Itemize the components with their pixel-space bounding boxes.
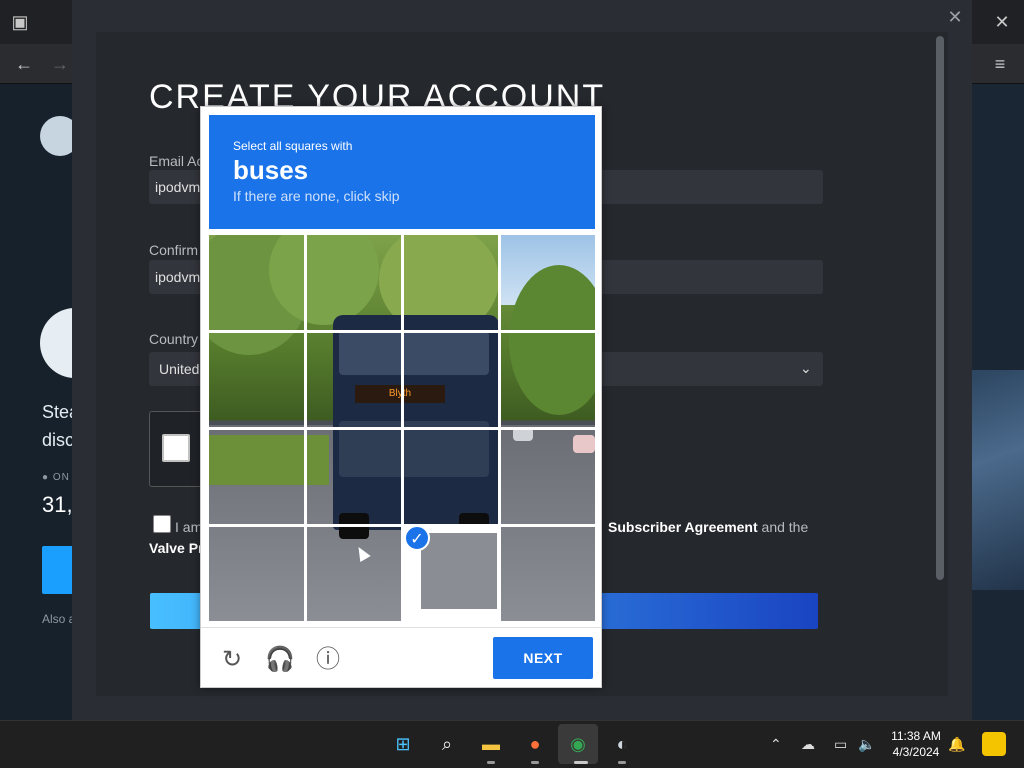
email-label: Email Ac xyxy=(149,153,204,169)
browser-close-icon[interactable]: ✕ xyxy=(990,12,1014,32)
online-label: ● ON xyxy=(42,472,70,483)
challenge-subtext: If there are none, click skip xyxy=(233,188,400,204)
copilot-icon[interactable] xyxy=(982,732,1006,756)
modal-scrollbar[interactable] xyxy=(936,36,944,580)
clock-time: 11:38 AM xyxy=(891,729,941,743)
tree xyxy=(509,265,595,415)
next-button[interactable]: NEXT xyxy=(493,637,593,679)
taskbar-clock[interactable]: 11:38 AM 4/3/2024 xyxy=(888,728,944,760)
online-count: 31, xyxy=(42,492,73,517)
grid-divider xyxy=(209,330,595,333)
car xyxy=(573,435,595,453)
running-indicator xyxy=(531,761,539,764)
file-explorer-icon[interactable]: ▬ xyxy=(477,730,505,758)
menu-icon[interactable]: ≡ xyxy=(988,54,1012,74)
agree-suffix: and the xyxy=(757,519,809,535)
recaptcha-challenge: Select all squares with buses If there a… xyxy=(200,106,602,688)
recaptcha-checkbox[interactable] xyxy=(162,434,190,462)
steam-taskbar-icon[interactable]: ◐ xyxy=(608,730,636,758)
agree-checkbox[interactable] xyxy=(153,515,171,533)
bell-icon[interactable]: 🔔 xyxy=(948,736,965,753)
subscriber-agreement-link[interactable]: Subscriber Agreement xyxy=(608,519,758,535)
online-label-text: ON xyxy=(52,472,70,483)
bus-upper-window xyxy=(339,331,489,375)
clock-date: 4/3/2024 xyxy=(892,745,940,759)
challenge-header: Select all squares with buses If there a… xyxy=(209,115,595,229)
grid-divider xyxy=(209,524,595,527)
check-icon: ✓ xyxy=(404,525,430,551)
agree-text: I am xyxy=(175,519,203,535)
running-indicator xyxy=(487,761,495,764)
refresh-icon[interactable]: ↻ xyxy=(217,645,247,675)
network-icon[interactable]: ▭ xyxy=(834,736,847,753)
onedrive-icon[interactable]: ☁ xyxy=(801,736,815,753)
agree-text-right: Subscriber Agreement and the xyxy=(608,519,808,535)
challenge-prompt: Select all squares with xyxy=(233,139,353,153)
chevron-down-icon: ⌄ xyxy=(800,360,812,376)
archive-icon[interactable]: ▣ xyxy=(8,12,32,32)
chevron-up-icon[interactable]: ⌃ xyxy=(770,736,782,753)
headphones-icon[interactable]: 🎧 xyxy=(265,645,295,675)
search-icon[interactable]: ⌕ xyxy=(433,730,461,758)
modal-close-icon[interactable]: ✕ xyxy=(944,6,966,28)
confirm-email-label: Confirm xyxy=(149,242,199,258)
volume-muted-icon[interactable]: 🔈 xyxy=(858,736,875,753)
grass xyxy=(209,435,329,485)
forward-arrow-icon[interactable]: → xyxy=(48,54,72,74)
challenge-target: buses xyxy=(233,155,309,185)
grid-divider xyxy=(209,427,595,430)
bus-destination-sign: Blyth xyxy=(355,385,445,403)
windows-start-icon[interactable]: ⊞ xyxy=(389,730,417,758)
selected-tile-image xyxy=(421,533,497,609)
valve-privacy-link[interactable]: Valve Pr xyxy=(149,540,204,556)
country-label: Country xyxy=(149,331,199,347)
steam-tagline-2: disc xyxy=(42,430,75,450)
back-arrow-icon[interactable]: ← xyxy=(12,54,36,74)
challenge-image-grid: Blyth xyxy=(209,235,595,621)
chrome-icon[interactable]: ◉ xyxy=(564,730,592,758)
running-indicator xyxy=(618,761,626,764)
info-icon[interactable]: ⓘ xyxy=(313,645,343,675)
challenge-footer-divider xyxy=(201,627,601,628)
install-button[interactable] xyxy=(42,546,76,594)
active-indicator xyxy=(574,761,588,764)
right-panel-art xyxy=(972,370,1024,590)
firefox-icon[interactable]: ● xyxy=(521,730,549,758)
also-text: Also a xyxy=(42,612,76,626)
